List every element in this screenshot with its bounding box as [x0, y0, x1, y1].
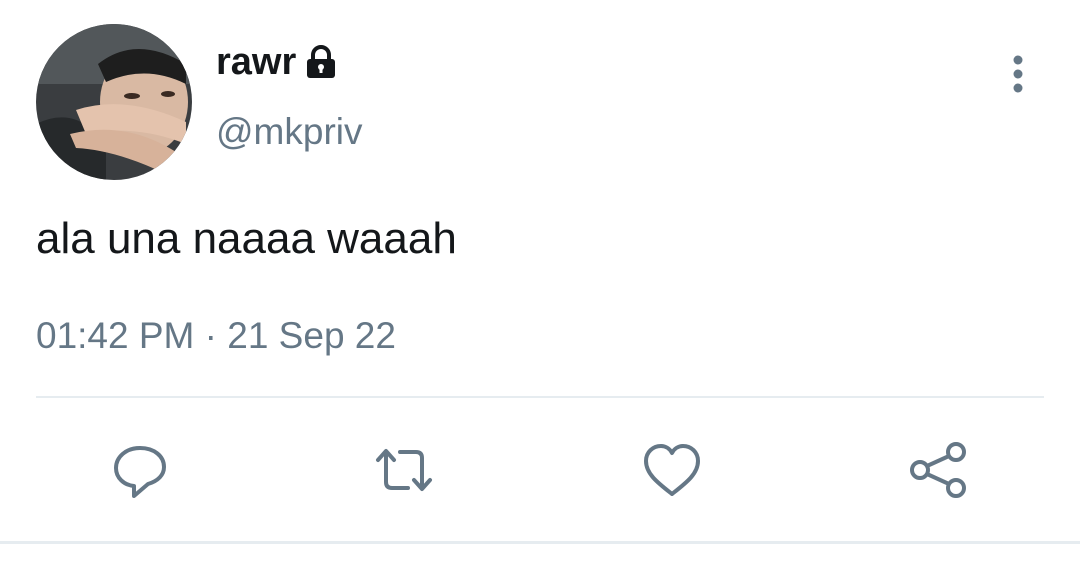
share-nodes-icon — [910, 442, 966, 498]
more-vertical-icon[interactable] — [1000, 52, 1036, 96]
tweet-text: ala una naaaa waaah — [36, 214, 457, 263]
lock-icon — [304, 44, 338, 80]
retweet-button[interactable] — [372, 438, 436, 502]
user-handle[interactable]: @mkpriv — [216, 110, 363, 154]
avatar-photo — [36, 24, 192, 180]
share-button[interactable] — [906, 438, 970, 502]
tweet-card: rawr @mkpriv ala una naaaa waaah 01:42 P… — [0, 0, 1080, 561]
speech-bubble-icon — [114, 446, 166, 498]
like-button[interactable] — [640, 438, 704, 502]
reply-button[interactable] — [108, 438, 172, 502]
tweet-timestamp[interactable]: 01:42 PM · 21 Sep 22 — [36, 314, 396, 358]
divider — [36, 396, 1044, 398]
avatar[interactable] — [36, 24, 192, 180]
retweet-arrows-icon — [376, 449, 432, 491]
heart-icon — [644, 444, 700, 496]
display-name[interactable]: rawr — [216, 40, 296, 84]
divider-bottom — [0, 541, 1080, 544]
display-name-row: rawr — [216, 40, 338, 84]
